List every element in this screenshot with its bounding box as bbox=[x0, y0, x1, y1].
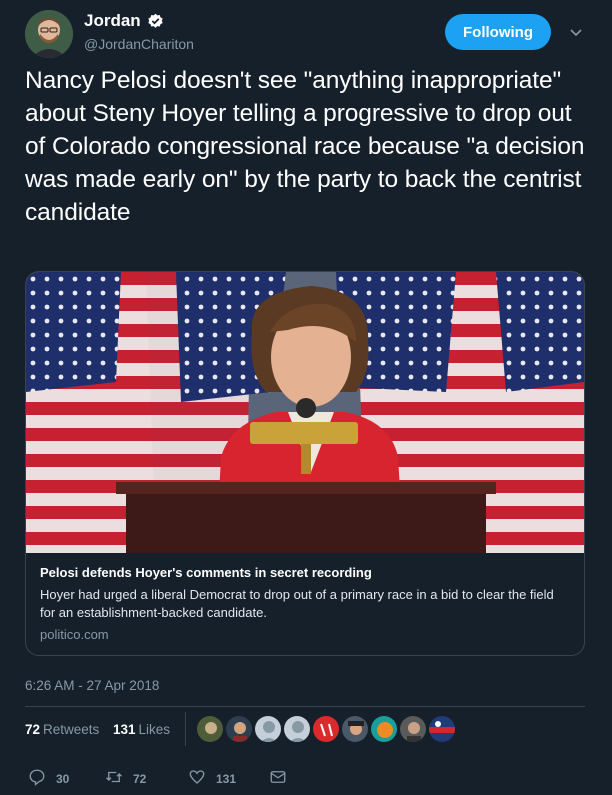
author-handle[interactable]: @JordanChariton bbox=[84, 36, 194, 52]
like-icon[interactable] bbox=[188, 768, 206, 789]
divider bbox=[25, 706, 585, 707]
card-domain: politico.com bbox=[40, 627, 109, 642]
stats-separator bbox=[185, 712, 186, 746]
likes-label: Likes bbox=[138, 722, 171, 737]
reply-icon[interactable] bbox=[28, 768, 46, 789]
retweets-label: Retweets bbox=[43, 722, 100, 737]
liker-avatars bbox=[196, 715, 457, 743]
retweet-icon[interactable] bbox=[105, 768, 123, 789]
retweet-count: 72 bbox=[133, 771, 147, 786]
like-count: 131 bbox=[216, 771, 237, 786]
liker-avatar[interactable] bbox=[399, 715, 427, 743]
card-description: Hoyer had urged a liberal Democrat to dr… bbox=[40, 587, 554, 620]
retweet-action[interactable]: 72 bbox=[105, 768, 146, 789]
like-action[interactable]: 131 bbox=[188, 768, 236, 789]
author-avatar[interactable] bbox=[25, 10, 73, 58]
liker-avatar[interactable] bbox=[341, 715, 369, 743]
likes-count: 131 bbox=[113, 722, 136, 737]
liker-avatar[interactable] bbox=[225, 715, 253, 743]
tweet-timestamp[interactable]: 6:26 AM - 27 Apr 2018 bbox=[25, 678, 159, 693]
author-name-text[interactable]: Jordan bbox=[84, 11, 141, 31]
chevron-down-icon[interactable] bbox=[568, 24, 584, 40]
liker-avatar[interactable] bbox=[312, 715, 340, 743]
liker-avatar[interactable] bbox=[196, 715, 224, 743]
following-button[interactable]: Following bbox=[445, 14, 551, 50]
liker-avatar[interactable] bbox=[283, 715, 311, 743]
liker-avatar[interactable] bbox=[370, 715, 398, 743]
verified-badge-icon bbox=[147, 13, 164, 30]
direct-message-icon[interactable] bbox=[269, 768, 287, 789]
reply-action[interactable]: 30 bbox=[28, 768, 69, 789]
card-title[interactable]: Pelosi defends Hoyer's comments in secre… bbox=[40, 565, 372, 580]
tweet-text: Nancy Pelosi doesn't see "anything inapp… bbox=[25, 67, 585, 226]
reply-count: 30 bbox=[56, 771, 70, 786]
author-name[interactable]: Jordan bbox=[84, 11, 164, 31]
link-card[interactable]: Pelosi defends Hoyer's comments in secre… bbox=[25, 271, 585, 656]
liker-avatar[interactable] bbox=[254, 715, 282, 743]
tweet-detail: Jordan @JordanChariton Following Nancy P… bbox=[0, 0, 612, 795]
direct-message-action[interactable] bbox=[269, 768, 287, 789]
retweets-stat[interactable]: 72 Retweets bbox=[25, 722, 99, 737]
likes-stat[interactable]: 131 Likes bbox=[113, 722, 170, 737]
card-image[interactable] bbox=[26, 272, 584, 553]
liker-avatar[interactable] bbox=[428, 715, 456, 743]
retweets-count: 72 bbox=[25, 722, 41, 737]
